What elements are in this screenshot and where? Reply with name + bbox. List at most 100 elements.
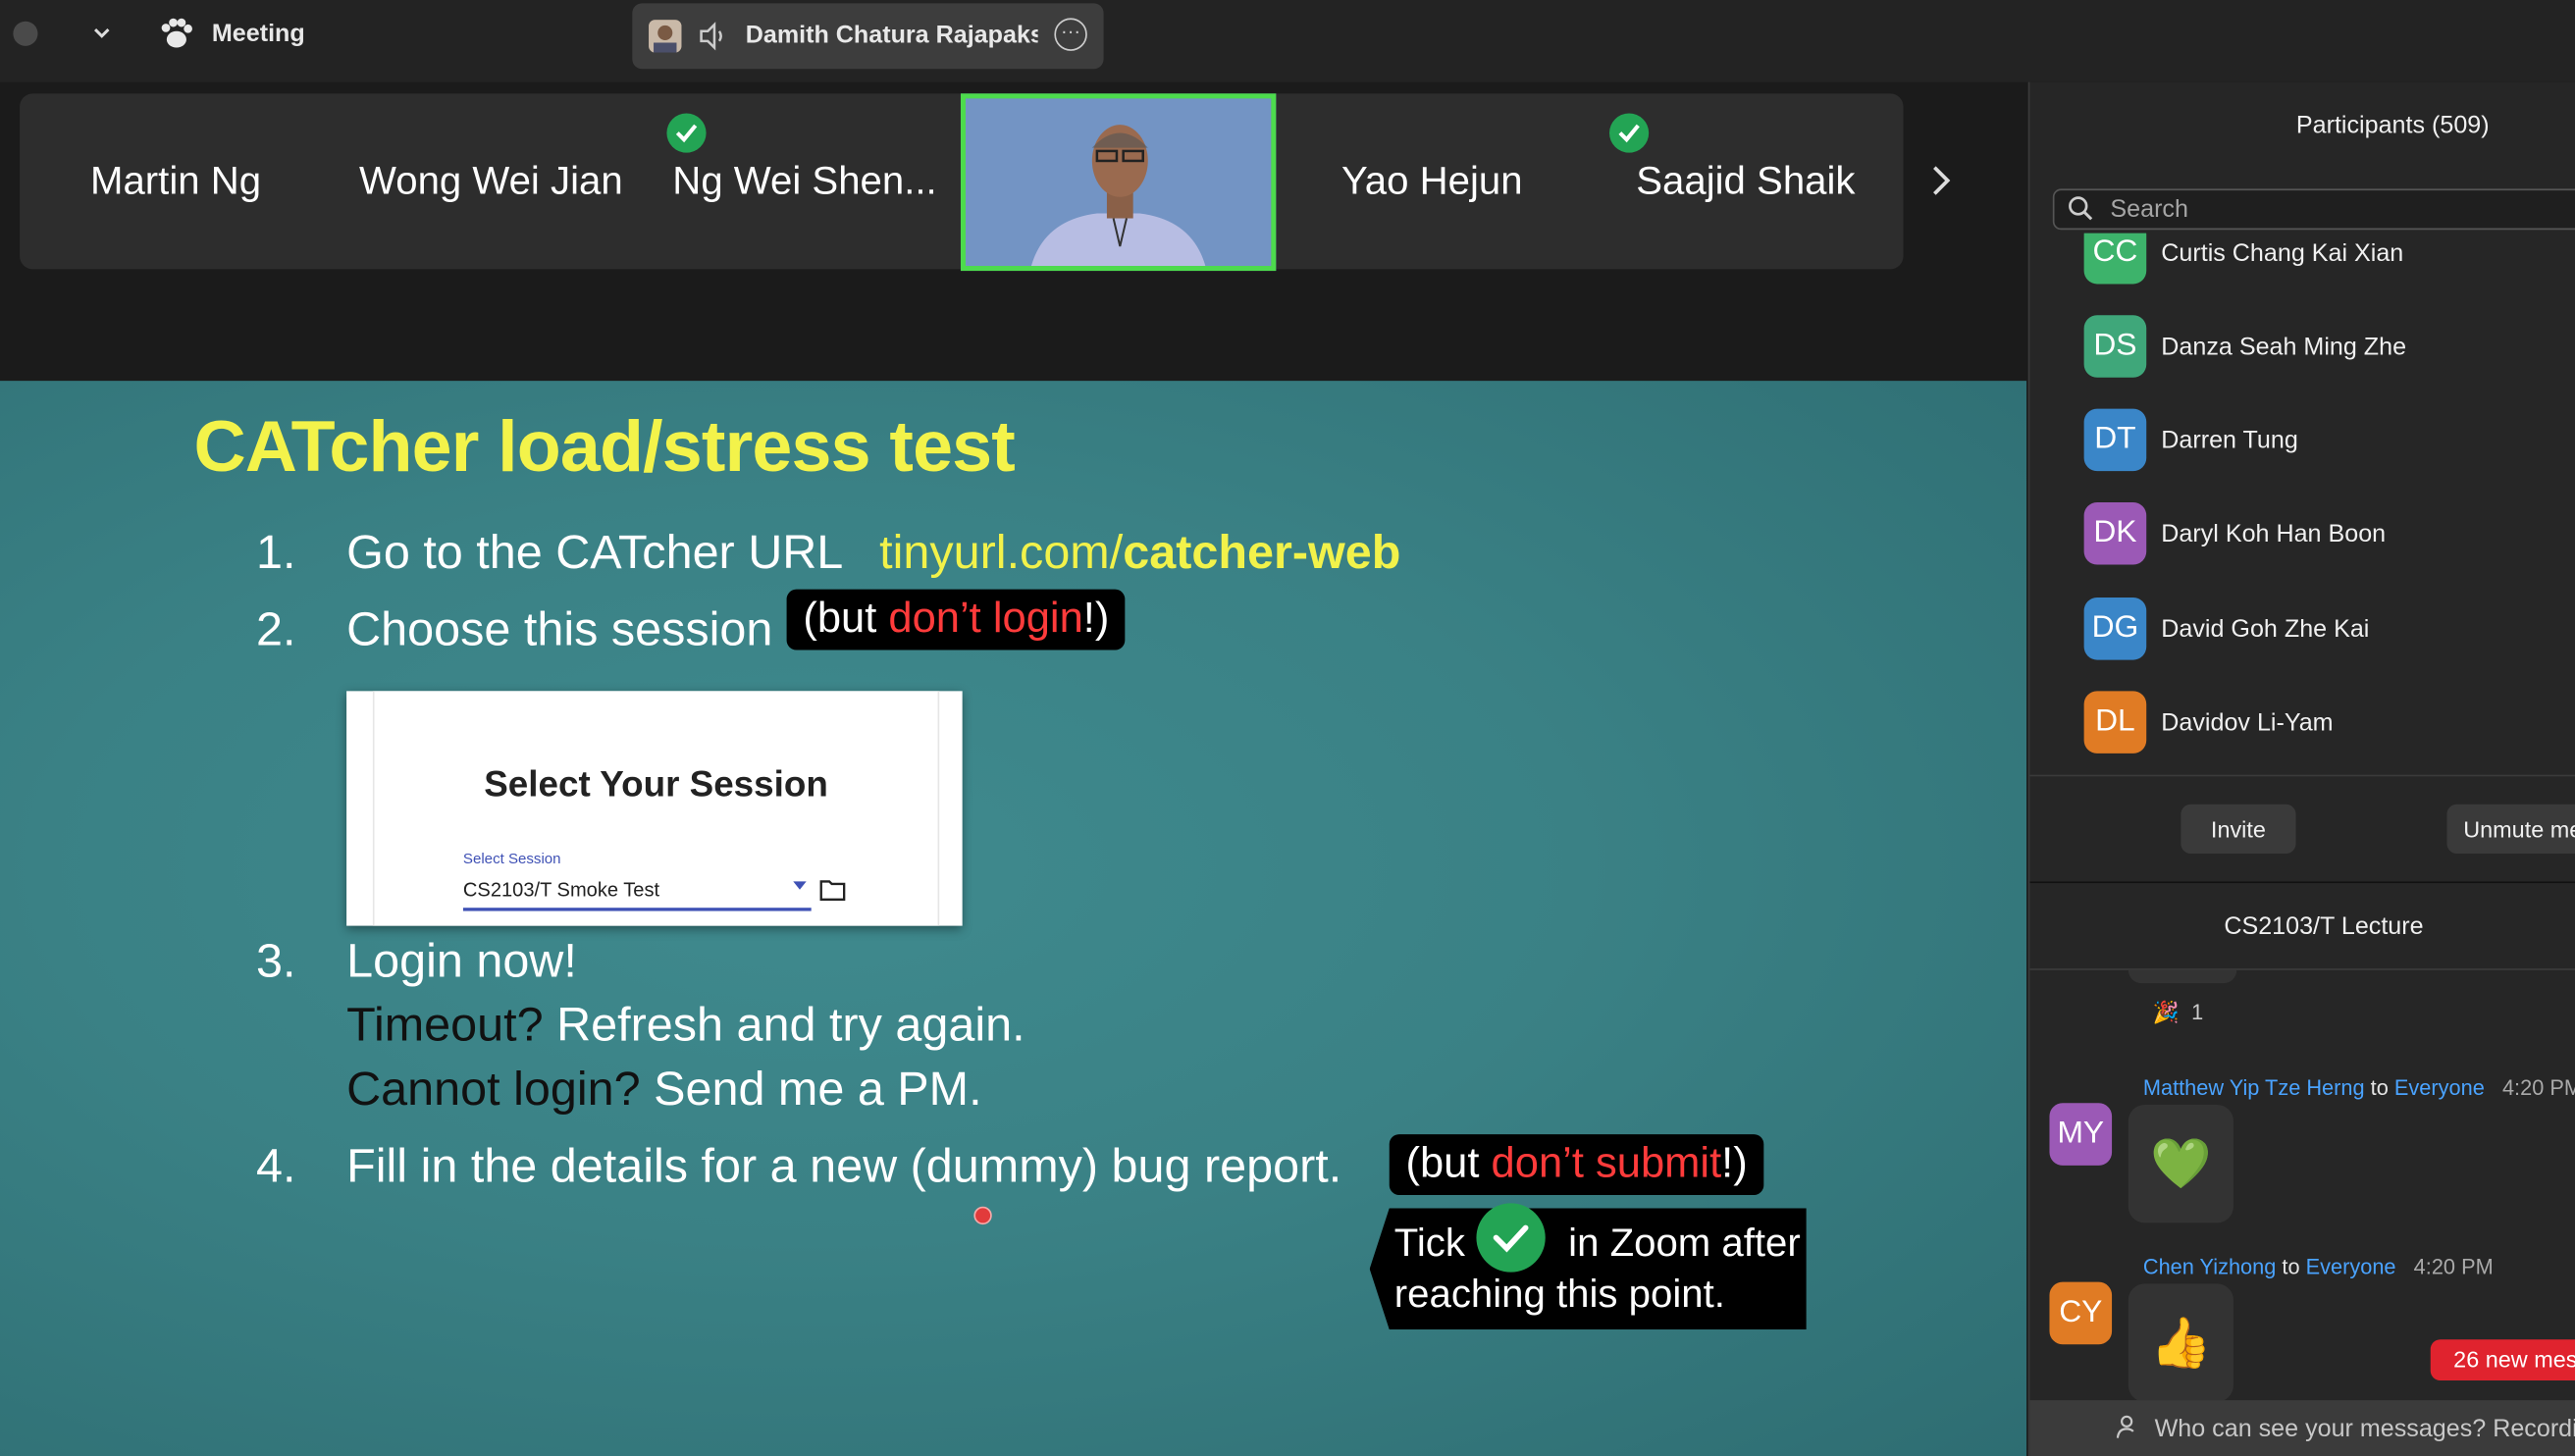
participant-tile[interactable]: Wong Wei Jian xyxy=(335,93,647,269)
divider xyxy=(2029,774,2575,777)
chat-sender[interactable]: Matthew Yip Tze Herng xyxy=(2143,1075,2365,1100)
more-options-icon[interactable]: ··· xyxy=(1054,18,1087,51)
invite-button[interactable]: Invite xyxy=(2181,804,2296,854)
participant-avatar: DT xyxy=(2083,408,2147,472)
thumbs-up-icon: 👍 xyxy=(2150,1315,2212,1371)
laser-pointer-dot xyxy=(973,1206,992,1225)
speaker-video-tile[interactable] xyxy=(960,93,1277,272)
step-number: 4. xyxy=(256,1140,296,1194)
chat-message-header: Matthew Yip Tze Herng to Everyone 4:20 P… xyxy=(2143,1075,2575,1100)
party-popper-icon: 🎉 xyxy=(2152,999,2181,1024)
step-2-text: Choose this session xyxy=(346,603,773,657)
timeout-label: Timeout? xyxy=(346,999,544,1053)
participant-name: Danza Seah Ming Zhe xyxy=(2161,332,2407,361)
check-icon xyxy=(666,113,707,153)
participant-name: Darren Tung xyxy=(2161,426,2298,454)
participant-row[interactable]: DK Daryl Koh Han Boon xyxy=(2083,500,2387,566)
shared-slide: CATcher load/stress test 1. Go to the CA… xyxy=(0,381,2027,1456)
chevron-right-icon[interactable] xyxy=(1921,156,1961,205)
badge-red-text: don’t submit xyxy=(1491,1137,1722,1187)
chat-messages: 🎉 1 MY Matthew Yip Tze Herng to Everyone… xyxy=(2029,969,2575,1401)
step-number: 2. xyxy=(256,603,296,657)
participant-avatar: DS xyxy=(2083,315,2147,378)
cannot-login-text: Send me a PM. xyxy=(640,1064,982,1117)
badge-text: (but xyxy=(1405,1137,1492,1187)
active-speaker-pill[interactable]: Damith Chatura Rajapakse ··· xyxy=(632,3,1104,70)
participant-tile[interactable]: Martin Ng xyxy=(20,93,332,269)
chat-title: CS2103/T Lecture xyxy=(2224,912,2424,941)
reaction-row[interactable]: 🎉 1 xyxy=(2153,1000,2203,1026)
cannot-login-label: Cannot login? xyxy=(346,1064,641,1117)
step-number: 1. xyxy=(256,527,296,580)
chat-bubble[interactable]: 💚 xyxy=(2128,1104,2233,1223)
participant-tile[interactable]: Saajid Shaik xyxy=(1590,93,1902,269)
participant-avatar: DL xyxy=(2083,691,2147,754)
catcher-url-bold: catcher-web xyxy=(1123,527,1401,580)
participant-tile[interactable]: Ng Wei Shen... xyxy=(649,93,961,269)
green-heart-icon: 💚 xyxy=(2150,1136,2212,1191)
session-card-title: Select Your Session xyxy=(484,762,828,805)
dont-submit-badge: (but don’t submit!) xyxy=(1389,1134,1764,1195)
timeout-line: Timeout? Refresh and try again. xyxy=(346,1000,1025,1054)
badge-text: (but xyxy=(803,592,889,643)
speaker-name: Damith Chatura Rajapakse xyxy=(745,21,1038,50)
speaker-volume-icon xyxy=(698,20,727,52)
participant-tile-name: Wong Wei Jian xyxy=(359,158,623,203)
cannot-login-line: Cannot login? Send me a PM. xyxy=(346,1064,982,1118)
participant-row[interactable]: DG David Goh Zhe Kai xyxy=(2083,596,2369,661)
participant-tile-name: Yao Hejun xyxy=(1340,158,1523,203)
participant-row[interactable]: DL Davidov Li-Yam xyxy=(2083,690,2334,755)
tick-word: Tick xyxy=(1393,1221,1465,1266)
participant-tile-name: Ng Wei Shen... xyxy=(672,158,937,203)
check-icon xyxy=(1476,1203,1546,1273)
chat-to: to xyxy=(2282,1254,2300,1279)
chat-sender[interactable]: Chen Yizhong xyxy=(2143,1254,2276,1278)
badge-red-text: don’t login xyxy=(888,592,1083,643)
session-select-underline xyxy=(462,908,812,911)
badge-text: !) xyxy=(1721,1137,1748,1187)
participant-row[interactable]: DT Darren Tung xyxy=(2083,407,2298,473)
dropdown-caret-icon xyxy=(793,881,807,890)
participant-avatar: DG xyxy=(2083,597,2147,660)
chat-bubble[interactable]: 👍 xyxy=(2128,1283,2233,1401)
step-1-text: Go to the CATcher URL tinyurl.com/catcher… xyxy=(346,527,1400,581)
chat-visibility-text: Who can see your messages? Recording on xyxy=(2154,1415,2575,1443)
slide-title: CATcher load/stress test xyxy=(193,406,1015,488)
participant-search-input[interactable]: Search xyxy=(2052,188,2575,231)
participant-list: CC Curtis Chang Kai Xian DS Danza Seah M… xyxy=(2029,233,2575,775)
chevron-down-icon[interactable] xyxy=(85,20,118,52)
dont-login-badge: (but don’t login!) xyxy=(786,589,1127,650)
step-number: 3. xyxy=(256,935,296,989)
chat-recipient[interactable]: Everyone xyxy=(2306,1254,2396,1278)
step-1-label: Go to the CATcher URL xyxy=(346,527,844,580)
participant-tile-name: Saajid Shaik xyxy=(1636,158,1856,203)
chat-avatar: MY xyxy=(2049,1103,2113,1166)
participant-row[interactable]: CC Curtis Chang Kai Xian xyxy=(2083,233,2404,286)
participant-avatar: CC xyxy=(2083,233,2147,285)
session-screenshot: Select Your Session Select Session CS210… xyxy=(346,691,963,926)
participants-title: Participants (509) xyxy=(2295,111,2490,140)
chat-to: to xyxy=(2370,1074,2389,1100)
window-close-button[interactable] xyxy=(13,21,38,46)
search-placeholder: Search xyxy=(2110,195,2188,224)
title-bar: Meeting Damith Chatura Rajapakse ··· xyxy=(0,0,2575,82)
participant-tile-name: Martin Ng xyxy=(90,158,262,203)
meeting-paw-icon xyxy=(158,17,194,53)
session-select-value: CS2103/T Smoke Test xyxy=(462,878,660,902)
badge-text: !) xyxy=(1082,592,1110,643)
participant-tile[interactable]: Yao Hejun xyxy=(1276,93,1588,269)
timeout-text: Refresh and try again. xyxy=(543,999,1025,1053)
new-messages-button[interactable]: 26 new messages xyxy=(2430,1339,2575,1381)
participant-name: Daryl Koh Han Boon xyxy=(2161,519,2387,547)
chat-visibility-bar[interactable]: Who can see your messages? Recording on xyxy=(2029,1400,2575,1456)
participant-name: Curtis Chang Kai Xian xyxy=(2161,238,2404,267)
previous-message-bubble xyxy=(2128,969,2237,984)
participant-row[interactable]: DS Danza Seah Ming Zhe xyxy=(2083,314,2407,380)
chat-recipient[interactable]: Everyone xyxy=(2394,1075,2485,1100)
catcher-url-prefix: tinyurl.com/ xyxy=(879,527,1124,580)
unmute-me-button[interactable]: Unmute me xyxy=(2446,804,2575,854)
chat-message-header: Chen Yizhong to Everyone 4:20 PM xyxy=(2143,1254,2494,1278)
participant-name: Davidov Li-Yam xyxy=(2161,707,2334,737)
divider xyxy=(2029,881,2575,884)
session-card-inner: Select Your Session Select Session CS210… xyxy=(372,691,940,926)
